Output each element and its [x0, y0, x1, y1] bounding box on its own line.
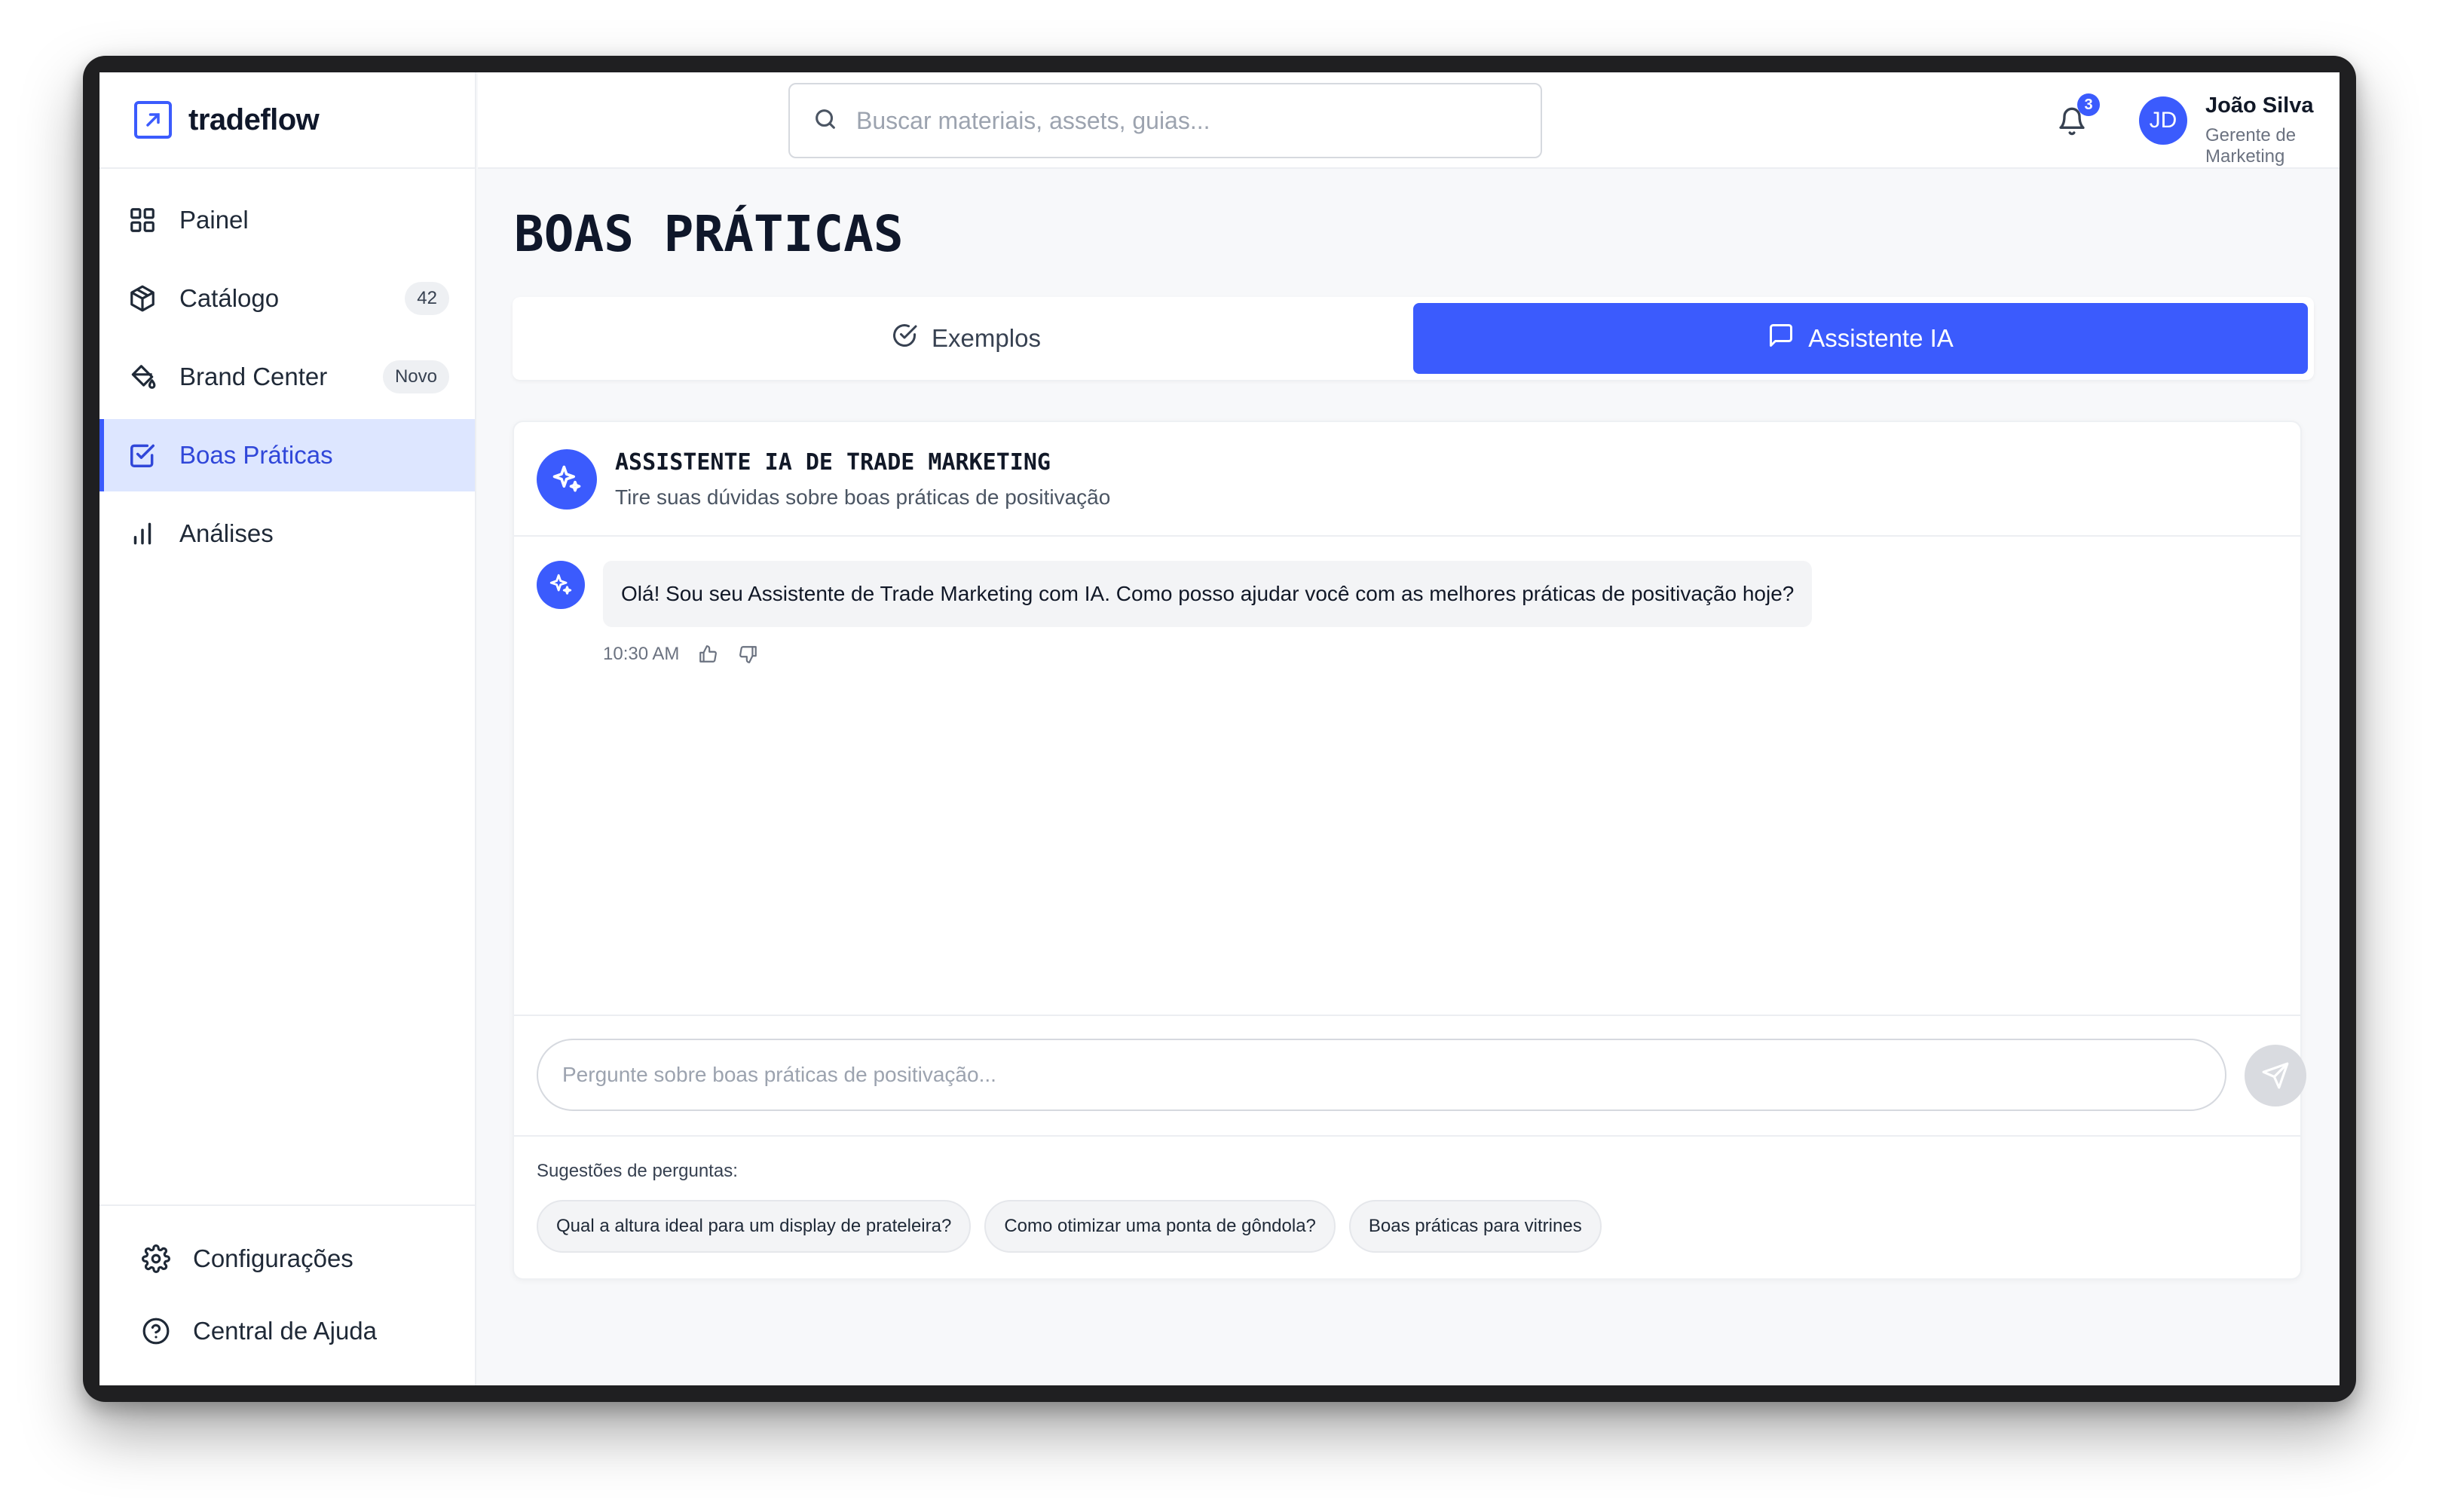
suggestion-chip[interactable]: Como otimizar uma ponta de gôndola? [984, 1200, 1336, 1253]
brand-logo-icon [134, 101, 172, 139]
check-square-icon [127, 439, 158, 471]
sidebar-item-brand-center[interactable]: Brand Center Novo [99, 341, 475, 413]
suggestions: Sugestões de perguntas: Qual a altura id… [514, 1137, 2300, 1278]
grid-icon [127, 204, 158, 236]
assistant-header: ASSISTENTE IA DE TRADE MARKETING Tire su… [514, 422, 2300, 537]
suggestion-chips: Qual a altura ideal para um display de p… [537, 1200, 1602, 1253]
chat-input[interactable] [537, 1039, 2226, 1111]
app-window: tradeflow Painel Catálogo 42 Brand Cente… [99, 72, 2340, 1385]
new-badge: Novo [382, 360, 449, 393]
box-icon [127, 283, 158, 314]
suggestion-chip[interactable]: Qual a altura ideal para um display de p… [537, 1200, 972, 1253]
tab-exemplos[interactable]: Exemplos [519, 303, 1413, 374]
message-list: Olá! Sou seu Assistente de Trade Marketi… [514, 537, 2300, 1016]
assistant-subtitle: Tire suas dúvidas sobre boas práticas de… [615, 485, 1111, 509]
sidebar: tradeflow Painel Catálogo 42 Brand Cente… [99, 72, 476, 1385]
suggestion-chip[interactable]: Boas práticas para vitrines [1348, 1200, 1602, 1253]
check-circle-icon [891, 322, 918, 355]
tab-label: Assistente IA [1808, 324, 1954, 352]
search-icon [812, 106, 838, 136]
send-button[interactable] [2245, 1045, 2306, 1106]
thumbs-down-icon[interactable] [736, 642, 760, 666]
paint-bucket-icon [127, 361, 158, 393]
assistant-message: Olá! Sou seu Assistente de Trade Marketi… [603, 561, 1813, 627]
sidebar-footer: Configurações Central de Ajuda [99, 1204, 475, 1385]
sidebar-item-label: Brand Center [179, 363, 328, 390]
bar-chart-icon [127, 518, 158, 549]
sidebar-item-label: Configurações [193, 1244, 353, 1272]
tab-label: Exemplos [932, 324, 1041, 352]
sidebar-item-analises[interactable]: Análises [99, 497, 475, 570]
assistant-title: ASSISTENTE IA DE TRADE MARKETING [615, 449, 1051, 476]
avatar[interactable]: JD [2139, 96, 2187, 145]
sidebar-item-label: Central de Ajuda [193, 1317, 378, 1345]
sidebar-item-label: Painel [179, 206, 249, 234]
count-badge: 42 [405, 282, 449, 315]
notification-count-badge: 3 [2077, 93, 2100, 116]
brand-name: tradeflow [188, 103, 320, 136]
sidebar-item-painel[interactable]: Painel [99, 184, 475, 256]
sparkles-icon [537, 449, 597, 510]
sidebar-item-label: Boas Práticas [179, 441, 333, 469]
user-role: Gerente de Marketing [2205, 125, 2297, 167]
message-square-icon [1767, 322, 1795, 355]
message-meta: 10:30 AM [603, 642, 760, 666]
sidebar-item-configuracoes[interactable]: Configurações [99, 1227, 475, 1290]
message-composer [514, 1016, 2306, 1137]
assistant-panel: ASSISTENTE IA DE TRADE MARKETING Tire su… [513, 421, 2306, 1280]
top-bar: 3 JD João Silva Gerente de Marketing [478, 72, 2340, 169]
sidebar-item-boas-praticas[interactable]: Boas Práticas [99, 419, 475, 491]
search-box[interactable] [788, 83, 1542, 158]
sidebar-item-label: Análises [179, 519, 274, 547]
gear-icon [140, 1243, 172, 1275]
suggestions-label: Sugestões de perguntas: [537, 1161, 738, 1181]
search-input[interactable] [856, 106, 1519, 135]
brand[interactable]: tradeflow [99, 72, 475, 169]
assistant-avatar-sparkles-icon [537, 561, 585, 609]
sidebar-item-catalogo[interactable]: Catálogo 42 [99, 262, 475, 335]
tab-assistente-ia[interactable]: Assistente IA [1413, 303, 2308, 374]
sidebar-item-label: Catálogo [179, 284, 280, 312]
help-circle-icon [140, 1315, 172, 1347]
sidebar-item-central-de-ajuda[interactable]: Central de Ajuda [99, 1299, 475, 1363]
sidebar-nav: Painel Catálogo 42 Brand Center Novo Boa… [99, 169, 475, 570]
page-title: BOAS PRÁTICAS [514, 205, 904, 263]
user-name: João Silva [2205, 93, 2314, 118]
message-time: 10:30 AM [603, 644, 680, 664]
tab-bar: Exemplos Assistente IA [513, 297, 2314, 380]
thumbs-up-icon[interactable] [696, 642, 720, 666]
